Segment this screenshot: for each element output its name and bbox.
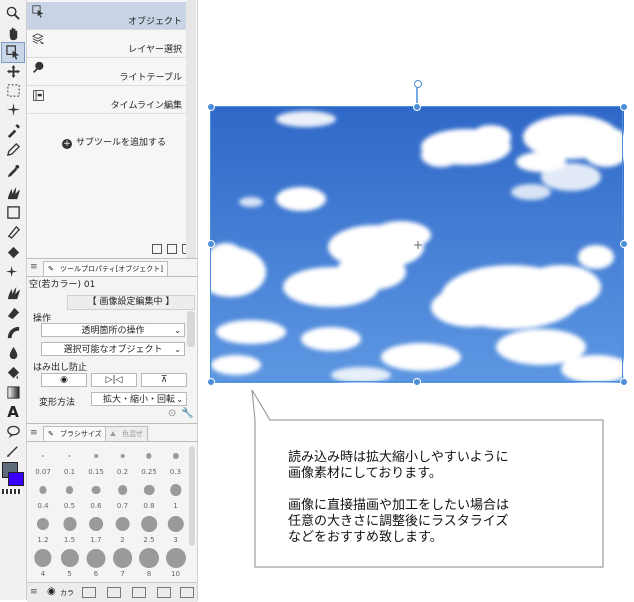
callout-text: 読み込み時は拡大縮小しやすいように 画像素材にしております。 画像に直接描画や加… xyxy=(288,450,510,545)
